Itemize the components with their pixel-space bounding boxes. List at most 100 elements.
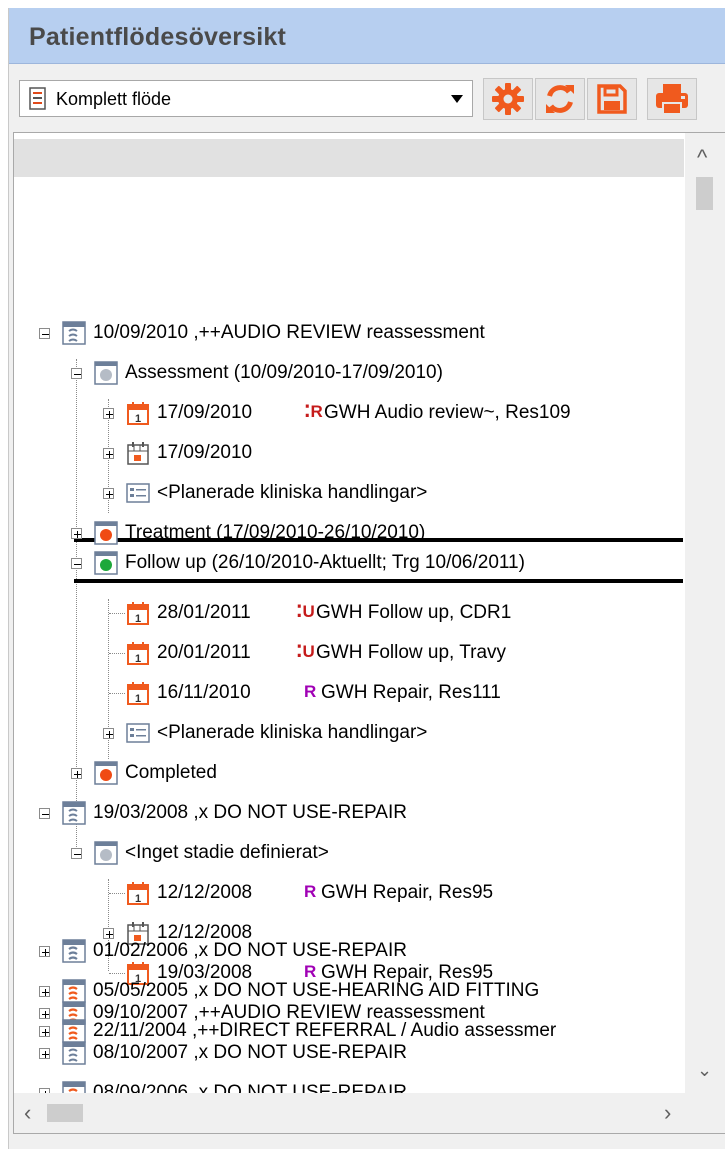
referral-label: 10/09/2010 ,++AUDIO REVIEW reassessment — [93, 322, 485, 343]
referral-icon — [62, 939, 86, 963]
stage-label: Treatment (17/09/2010-26/10/2010) — [125, 522, 426, 543]
gear-icon — [492, 83, 524, 115]
repair-symbol: R — [304, 882, 317, 901]
list-icon — [126, 723, 150, 743]
appointment-label: GWH Repair, Res111 — [321, 682, 501, 703]
patient-flow-tree[interactable]: 10/09/2010 ,++AUDIO REVIEW reassessment … — [13, 132, 725, 1134]
refresh-button[interactable] — [535, 78, 585, 120]
tree-row-referral[interactable]: 10/09/2010 ,++AUDIO REVIEW reassessment — [14, 313, 684, 353]
toolbar: Komplett flöde — [9, 64, 725, 132]
appointment-icon: 1 — [127, 602, 149, 625]
referral-red-icon — [62, 1019, 86, 1043]
scroll-up-icon[interactable]: ^ — [697, 147, 707, 169]
tree-row-referral[interactable]: 19/03/2008 ,x DO NOT USE-REPAIR — [14, 793, 684, 833]
stage-red-icon — [94, 761, 118, 785]
stage-grey-icon — [94, 841, 118, 865]
tree-row-appointment[interactable]: 1 16/11/2010 R GWH Repair, Res111 — [14, 673, 684, 713]
stage-label: Assessment (10/09/2010-17/09/2010) — [125, 362, 443, 383]
recall-symbol: ⁚U — [296, 642, 315, 661]
collapse-toggle[interactable] — [71, 558, 82, 569]
stage-label: Completed — [125, 762, 217, 783]
expand-toggle[interactable] — [71, 528, 82, 539]
appointment-icon: 1 — [127, 682, 149, 705]
flow-view-select[interactable]: Komplett flöde — [19, 80, 473, 117]
collapse-toggle[interactable] — [71, 848, 82, 859]
tree-row-appointment[interactable]: 1 17/09/2010 ⁚R GWH Audio review~, Res10… — [14, 393, 684, 433]
appointment-date: 20/01/2011 — [157, 642, 251, 663]
stage-green-icon — [94, 551, 118, 575]
horizontal-scroll-thumb[interactable] — [47, 1104, 83, 1122]
expand-toggle[interactable] — [39, 986, 50, 997]
expand-toggle[interactable] — [39, 1026, 50, 1037]
document-icon — [29, 87, 46, 110]
svg-text:1: 1 — [135, 893, 141, 905]
scroll-left-icon[interactable]: ‹ — [24, 1102, 31, 1124]
stage-label: Follow up (26/10/2010-Aktuellt; Trg 10/0… — [125, 552, 525, 573]
scroll-right-icon[interactable]: › — [664, 1102, 671, 1124]
panel-title: Patientflödesöversikt — [29, 23, 287, 51]
referral-label: 05/05/2005 ,x DO NOT USE-HEARING AID FIT… — [93, 980, 540, 1001]
tree-row-referral[interactable]: 05/05/2005 ,x DO NOT USE-HEARING AID FIT… — [14, 971, 684, 1011]
tree-row-stage[interactable]: Assessment (10/09/2010-17/09/2010) — [14, 353, 684, 393]
refresh-icon — [546, 85, 574, 113]
save-icon — [597, 84, 627, 114]
flow-view-value: Komplett flöde — [56, 89, 172, 109]
appointment-label: GWH Follow up, Travy — [316, 642, 507, 663]
referral-icon — [62, 321, 86, 345]
referral-icon — [62, 801, 86, 825]
tree-row-appointment[interactable]: 1 28/01/2011 ⁚U GWH Follow up, CDR1 — [14, 593, 684, 633]
tree-row-referral[interactable]: 22/11/2004 ,++DIRECT REFERRAL / Audio as… — [14, 1011, 684, 1051]
svg-text:1: 1 — [135, 653, 141, 665]
expand-toggle[interactable] — [103, 408, 114, 419]
calendar-icon — [127, 442, 149, 465]
vertical-scroll-thumb[interactable] — [696, 177, 713, 210]
settings-button[interactable] — [483, 78, 533, 120]
patient-flow-panel: Patientflödesöversikt Komplett flöde 10/… — [8, 8, 725, 1149]
tree-row-stage-selected[interactable]: Follow up (26/10/2010-Aktuellt; Trg 10/0… — [14, 543, 684, 583]
referral-label: 01/02/2006 ,x DO NOT USE-REPAIR — [93, 940, 407, 961]
appointment-date: 17/09/2010 — [157, 402, 253, 423]
scroll-down-icon[interactable]: ⌄ — [697, 1059, 712, 1081]
save-button[interactable] — [587, 78, 637, 120]
appointment-icon: 1 — [127, 882, 149, 905]
stage-label: <Inget stadie definierat> — [125, 842, 329, 863]
print-icon — [656, 84, 688, 115]
expand-toggle[interactable] — [103, 448, 114, 459]
print-button[interactable] — [647, 78, 697, 120]
expand-toggle[interactable] — [39, 946, 50, 957]
stage-red-icon — [94, 521, 118, 545]
horizontal-scrollbar[interactable]: ‹ › — [14, 1093, 687, 1133]
appointment-date: 12/12/2008 — [157, 882, 253, 903]
svg-text:1: 1 — [135, 693, 141, 705]
tree-row-appointment[interactable]: 1 12/12/2008 R GWH Repair, Res95 — [14, 873, 684, 913]
tree-row-stage[interactable]: Completed — [14, 753, 684, 793]
expand-toggle[interactable] — [103, 488, 114, 499]
calendar-label: 17/09/2010 — [157, 442, 253, 463]
planned-actions-label: <Planerade kliniska handlingar> — [157, 722, 428, 743]
tree-row-referral[interactable]: 01/02/2006 ,x DO NOT USE-REPAIR — [14, 931, 684, 971]
referral-red-icon — [62, 979, 86, 1003]
tree-row-stage[interactable]: <Inget stadie definierat> — [14, 833, 684, 873]
scroll-corner — [685, 1093, 725, 1133]
appointment-icon: 1 — [127, 642, 149, 665]
list-icon — [126, 483, 150, 503]
collapse-toggle[interactable] — [71, 368, 82, 379]
chevron-down-icon[interactable] — [444, 83, 470, 114]
recall-symbol: ⁚R — [304, 402, 323, 421]
repair-symbol: R — [304, 682, 317, 701]
tree-row-appointment[interactable]: 1 20/01/2011 ⁚U GWH Follow up, Travy — [14, 633, 684, 673]
planned-actions-label: <Planerade kliniska handlingar> — [157, 482, 428, 503]
tree-row-calendar[interactable]: 17/09/2010 — [14, 433, 684, 473]
appointment-icon: 1 — [127, 402, 149, 425]
appointment-label: GWH Audio review~, Res109 — [324, 402, 571, 423]
tree-row-planned-actions[interactable]: <Planerade kliniska handlingar> — [14, 473, 684, 513]
referral-label: 19/03/2008 ,x DO NOT USE-REPAIR — [93, 802, 407, 823]
panel-titlebar: Patientflödesöversikt — [9, 8, 725, 64]
expand-toggle[interactable] — [103, 728, 114, 739]
expand-toggle[interactable] — [71, 768, 82, 779]
appointment-date: 16/11/2010 — [157, 682, 251, 703]
tree-row-planned-actions[interactable]: <Planerade kliniska handlingar> — [14, 713, 684, 753]
collapse-toggle[interactable] — [39, 808, 50, 819]
vertical-scrollbar[interactable]: ^ ⌄ — [685, 133, 725, 1095]
collapse-toggle[interactable] — [39, 328, 50, 339]
